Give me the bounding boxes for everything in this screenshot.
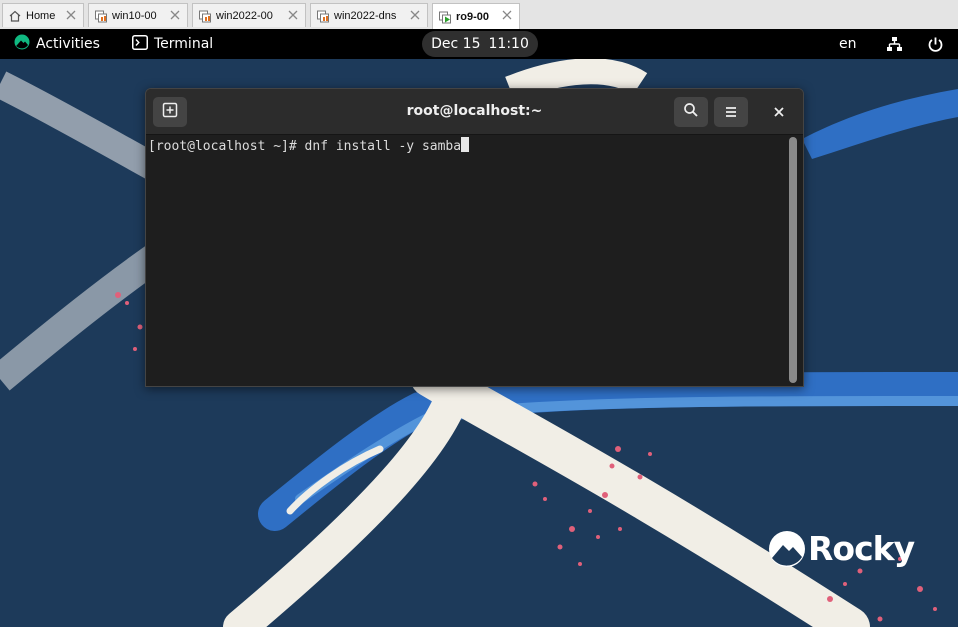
home-icon: [8, 9, 22, 23]
close-icon[interactable]: [409, 9, 421, 21]
vm-tab-bar: Home win10-00 win2022-00 win2022-dns ro9…: [0, 0, 958, 30]
power-icon[interactable]: [927, 36, 944, 53]
app-menu-button[interactable]: Terminal: [132, 29, 213, 59]
rocky-wordmark: Rocky: [808, 529, 915, 568]
typed-command: dnf install -y samba: [304, 139, 462, 154]
terminal-content[interactable]: [root@localhost ~]# dnf install -y samba: [146, 135, 786, 386]
vm-tab-win10-00[interactable]: win10-00: [88, 3, 188, 27]
rocky-logo-icon: [14, 34, 30, 54]
close-icon: [773, 103, 785, 122]
app-menu-label: Terminal: [154, 36, 214, 52]
shell-prompt: [root@localhost ~]#: [148, 139, 305, 154]
search-icon: [683, 102, 699, 122]
network-icon[interactable]: [886, 36, 903, 53]
vm-icon: [198, 9, 212, 23]
clock-time: 11:10: [488, 36, 529, 52]
new-tab-button[interactable]: [153, 97, 187, 127]
vm-tab-win2022-00[interactable]: win2022-00: [192, 3, 306, 27]
close-icon[interactable]: [287, 9, 299, 21]
desktop: Rocky root@localhost:~ [root@localhost ~…: [0, 59, 958, 627]
vm-tab-home[interactable]: Home: [2, 3, 84, 27]
language-indicator[interactable]: en: [839, 29, 857, 59]
close-icon[interactable]: [501, 9, 513, 21]
rocky-mark-icon: [769, 530, 805, 567]
clock-button[interactable]: Dec 15 11:10: [422, 31, 538, 57]
search-button[interactable]: [674, 97, 708, 127]
terminal-scrollbar[interactable]: [789, 137, 797, 383]
activities-button[interactable]: Activities: [14, 29, 100, 59]
vm-tab-label: Home: [26, 9, 56, 22]
text-cursor: [461, 137, 470, 152]
close-icon[interactable]: [169, 9, 181, 21]
gnome-top-bar: Activities Terminal Dec 15 11:10 en: [0, 29, 958, 59]
close-icon[interactable]: [65, 9, 77, 21]
close-window-button[interactable]: [762, 97, 796, 127]
vm-tab-label: win2022-00: [216, 9, 273, 22]
vm-running-icon: [438, 10, 452, 24]
hamburger-menu-icon: [724, 103, 738, 122]
menu-button[interactable]: [714, 97, 748, 127]
activities-label: Activities: [36, 36, 100, 52]
vm-icon: [94, 9, 108, 23]
rocky-logo: Rocky: [768, 529, 915, 568]
terminal-window[interactable]: root@localhost:~ [root@localhost ~]# dnf…: [145, 88, 804, 387]
vm-tab-win2022-dns[interactable]: win2022-dns: [310, 3, 428, 27]
command-line: [root@localhost ~]# dnf install -y samba: [148, 137, 470, 154]
new-tab-icon: [162, 102, 178, 122]
clock-date: Dec 15: [431, 36, 481, 52]
terminal-header-bar[interactable]: root@localhost:~: [146, 89, 803, 135]
vm-tab-ro9-00[interactable]: ro9-00: [432, 3, 520, 29]
vm-tab-label: win10-00: [112, 9, 157, 22]
vm-tab-label: win2022-dns: [334, 9, 397, 22]
vm-tab-label: ro9-00: [456, 10, 490, 23]
terminal-icon: [132, 34, 148, 54]
vm-icon: [316, 9, 330, 23]
